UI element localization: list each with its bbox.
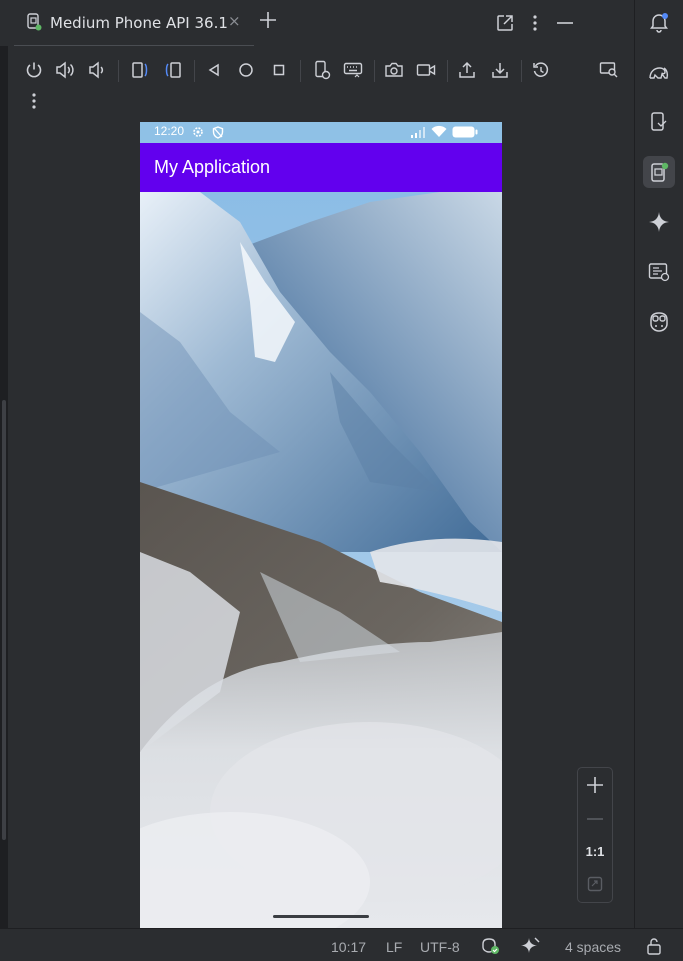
file-encoding[interactable]: UTF-8 [420,939,460,955]
mountain-photo [140,192,502,928]
line-separator[interactable]: LF [386,939,402,955]
signal-icon [410,126,426,138]
emulator-toolbar [8,46,634,123]
device-status-bar: 12:20 [140,122,502,143]
inspect-icon[interactable] [598,59,620,81]
indent-settings[interactable]: 4 spaces [565,939,621,955]
right-tool-strip [634,0,683,928]
caret-position[interactable]: 10:17 [331,939,366,955]
device-clock: 12:20 [154,124,185,138]
keyboard-icon[interactable] [342,59,364,81]
scrollbar[interactable] [2,400,6,840]
zoom-in-icon[interactable] [586,776,604,794]
gemini-icon[interactable] [643,206,675,238]
detach-window-icon[interactable] [496,14,514,32]
rotate-left-icon[interactable] [129,59,151,81]
screen-record-icon[interactable] [415,59,437,81]
lock-icon[interactable] [646,937,662,955]
power-icon[interactable] [23,59,45,81]
tab-medium-phone[interactable]: Medium Phone API 36.1 × [14,0,254,47]
more-icon[interactable] [23,90,45,112]
running-devices-icon[interactable] [643,156,675,188]
add-tab-icon[interactable] [258,10,278,30]
gradle-icon[interactable] [643,56,675,88]
screenshot-icon[interactable] [383,59,405,81]
running-device-icon [26,13,42,31]
copilot-status-icon[interactable] [480,937,500,955]
gemini-status-icon[interactable] [520,936,542,956]
copilot-icon[interactable] [643,306,675,338]
actual-size-button[interactable]: 1:1 [578,844,612,859]
ide-status-bar: 10:17 LF UTF-8 4 spaces [0,928,683,961]
logcat-icon[interactable] [643,256,675,288]
gesture-nav-bar[interactable] [273,915,369,918]
options-icon[interactable] [532,14,538,32]
zoom-out-icon[interactable] [586,810,604,828]
tab-bar: Medium Phone API 36.1 × [0,0,634,47]
tab-actions [496,0,574,46]
device-screen[interactable]: 12:20 My Application [140,122,502,928]
zoom-controls: 1:1 [577,767,613,903]
notifications-icon[interactable] [643,6,675,38]
wifi-icon [431,125,447,138]
home-icon[interactable] [235,59,257,81]
battery-icon [452,126,478,138]
upload-icon[interactable] [456,59,478,81]
app-title: My Application [154,157,271,177]
zoom-to-fit-icon[interactable] [587,876,603,892]
device-manager-icon[interactable] [643,106,675,138]
minimize-icon[interactable] [556,21,574,25]
tab-close-icon[interactable]: × [228,12,241,30]
settings-notification-icon [192,126,204,138]
overview-icon[interactable] [268,59,290,81]
shield-notification-icon [212,126,224,139]
back-icon[interactable] [203,59,225,81]
snapshot-icon[interactable] [530,59,552,81]
tab-title: Medium Phone API 36.1 [50,14,228,32]
volume-down-icon[interactable] [86,59,108,81]
volume-up-icon[interactable] [54,59,76,81]
download-icon[interactable] [489,59,511,81]
rotate-right-icon[interactable] [162,59,184,81]
device-settings-icon[interactable] [311,59,333,81]
app-bar: My Application [140,143,502,192]
